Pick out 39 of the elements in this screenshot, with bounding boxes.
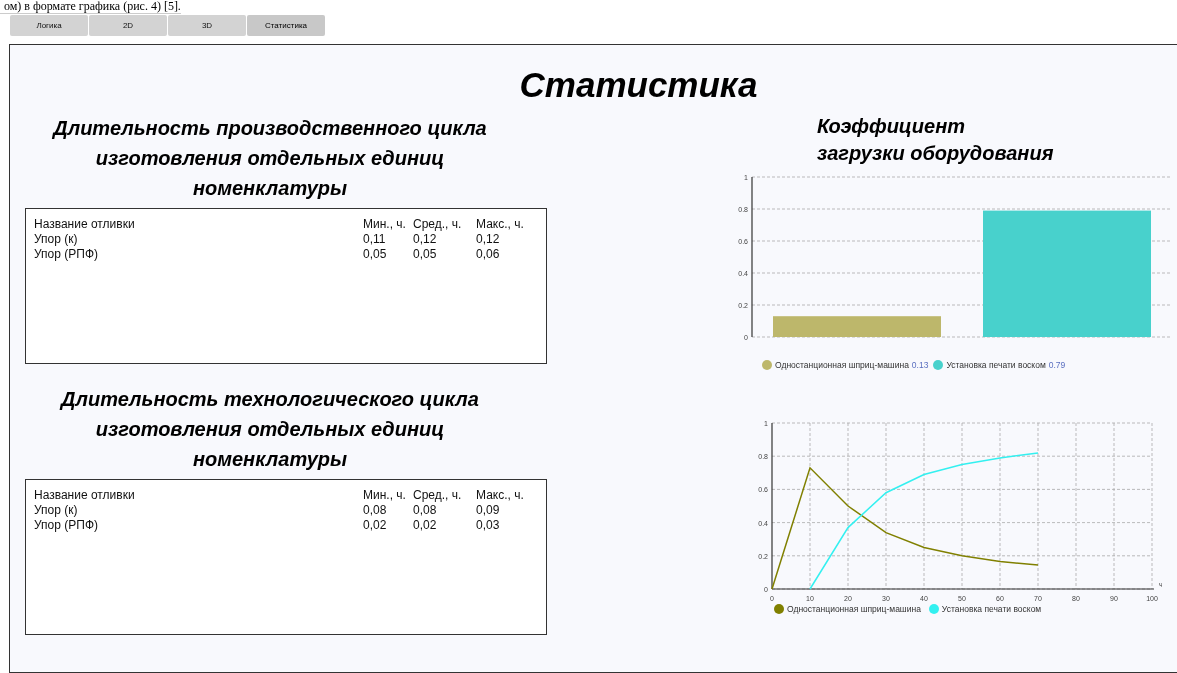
column-header: Мин., ч. — [363, 217, 407, 232]
section-title: Коэффициент загрузки оборудования — [817, 114, 1055, 166]
document-text: ом) в формате графика (рис. 4) [5]. — [0, 0, 181, 14]
table-cell-text: 0,12 — [476, 232, 501, 247]
column-header: Макс., ч. — [476, 488, 525, 503]
table-cell-text: Упор (РПФ) — [34, 518, 99, 533]
legend-label: Одностанционная шприц-машина — [775, 360, 909, 370]
legend-value: 0.79 — [1048, 360, 1066, 370]
column-header: Мин., ч. — [363, 488, 407, 503]
table-cell-text: 0,08 — [363, 503, 388, 518]
table-cell-text: Упор (РПФ) — [34, 247, 99, 262]
tab[interactable]: Статистика — [247, 15, 325, 36]
section-title: Длительность технологического цикла изготовления отдельных единиц номенклатуры — [58, 387, 480, 472]
tab[interactable]: 2D — [89, 15, 167, 36]
column-header: Макс., ч. — [476, 217, 525, 232]
table-cell-text: Упор (к) — [34, 232, 79, 247]
table-cell-text: 0,06 — [476, 247, 501, 262]
table-cell-text: 0,11 — [363, 232, 387, 247]
column-header: Сред., ч. — [413, 488, 463, 503]
column-header: Название отливки — [34, 217, 136, 232]
section-title: Длительность производственного цикла изготовления отдельных единиц номенклатуры — [51, 116, 488, 201]
column-header: Название отливки — [34, 488, 136, 503]
table-cell-text: 0,08 — [413, 503, 438, 518]
table-cell-text: 0,03 — [476, 518, 501, 533]
table-cell-text: 0,02 — [413, 518, 438, 533]
legend-label: Одностанционная шприц-машина — [787, 604, 921, 614]
table-cell-text: 0,12 — [413, 232, 438, 247]
page-title: Статистика — [518, 64, 759, 105]
column-header: Сред., ч. — [413, 217, 463, 232]
legend-label: Установка печати воском — [946, 360, 1046, 370]
table-cell-text: 0,05 — [363, 247, 388, 262]
legend-value: 0.13 — [911, 360, 929, 370]
tab[interactable]: 3D — [168, 15, 246, 36]
legend-label: Установка печати воском — [941, 604, 1042, 614]
table-cell-text: 0,05 — [413, 247, 438, 262]
tab[interactable]: Логика — [10, 15, 88, 36]
table-cell-text: Упор (к) — [34, 503, 79, 518]
table-cell-text: 0,02 — [363, 518, 388, 533]
table-cell-text: 0,09 — [476, 503, 501, 518]
